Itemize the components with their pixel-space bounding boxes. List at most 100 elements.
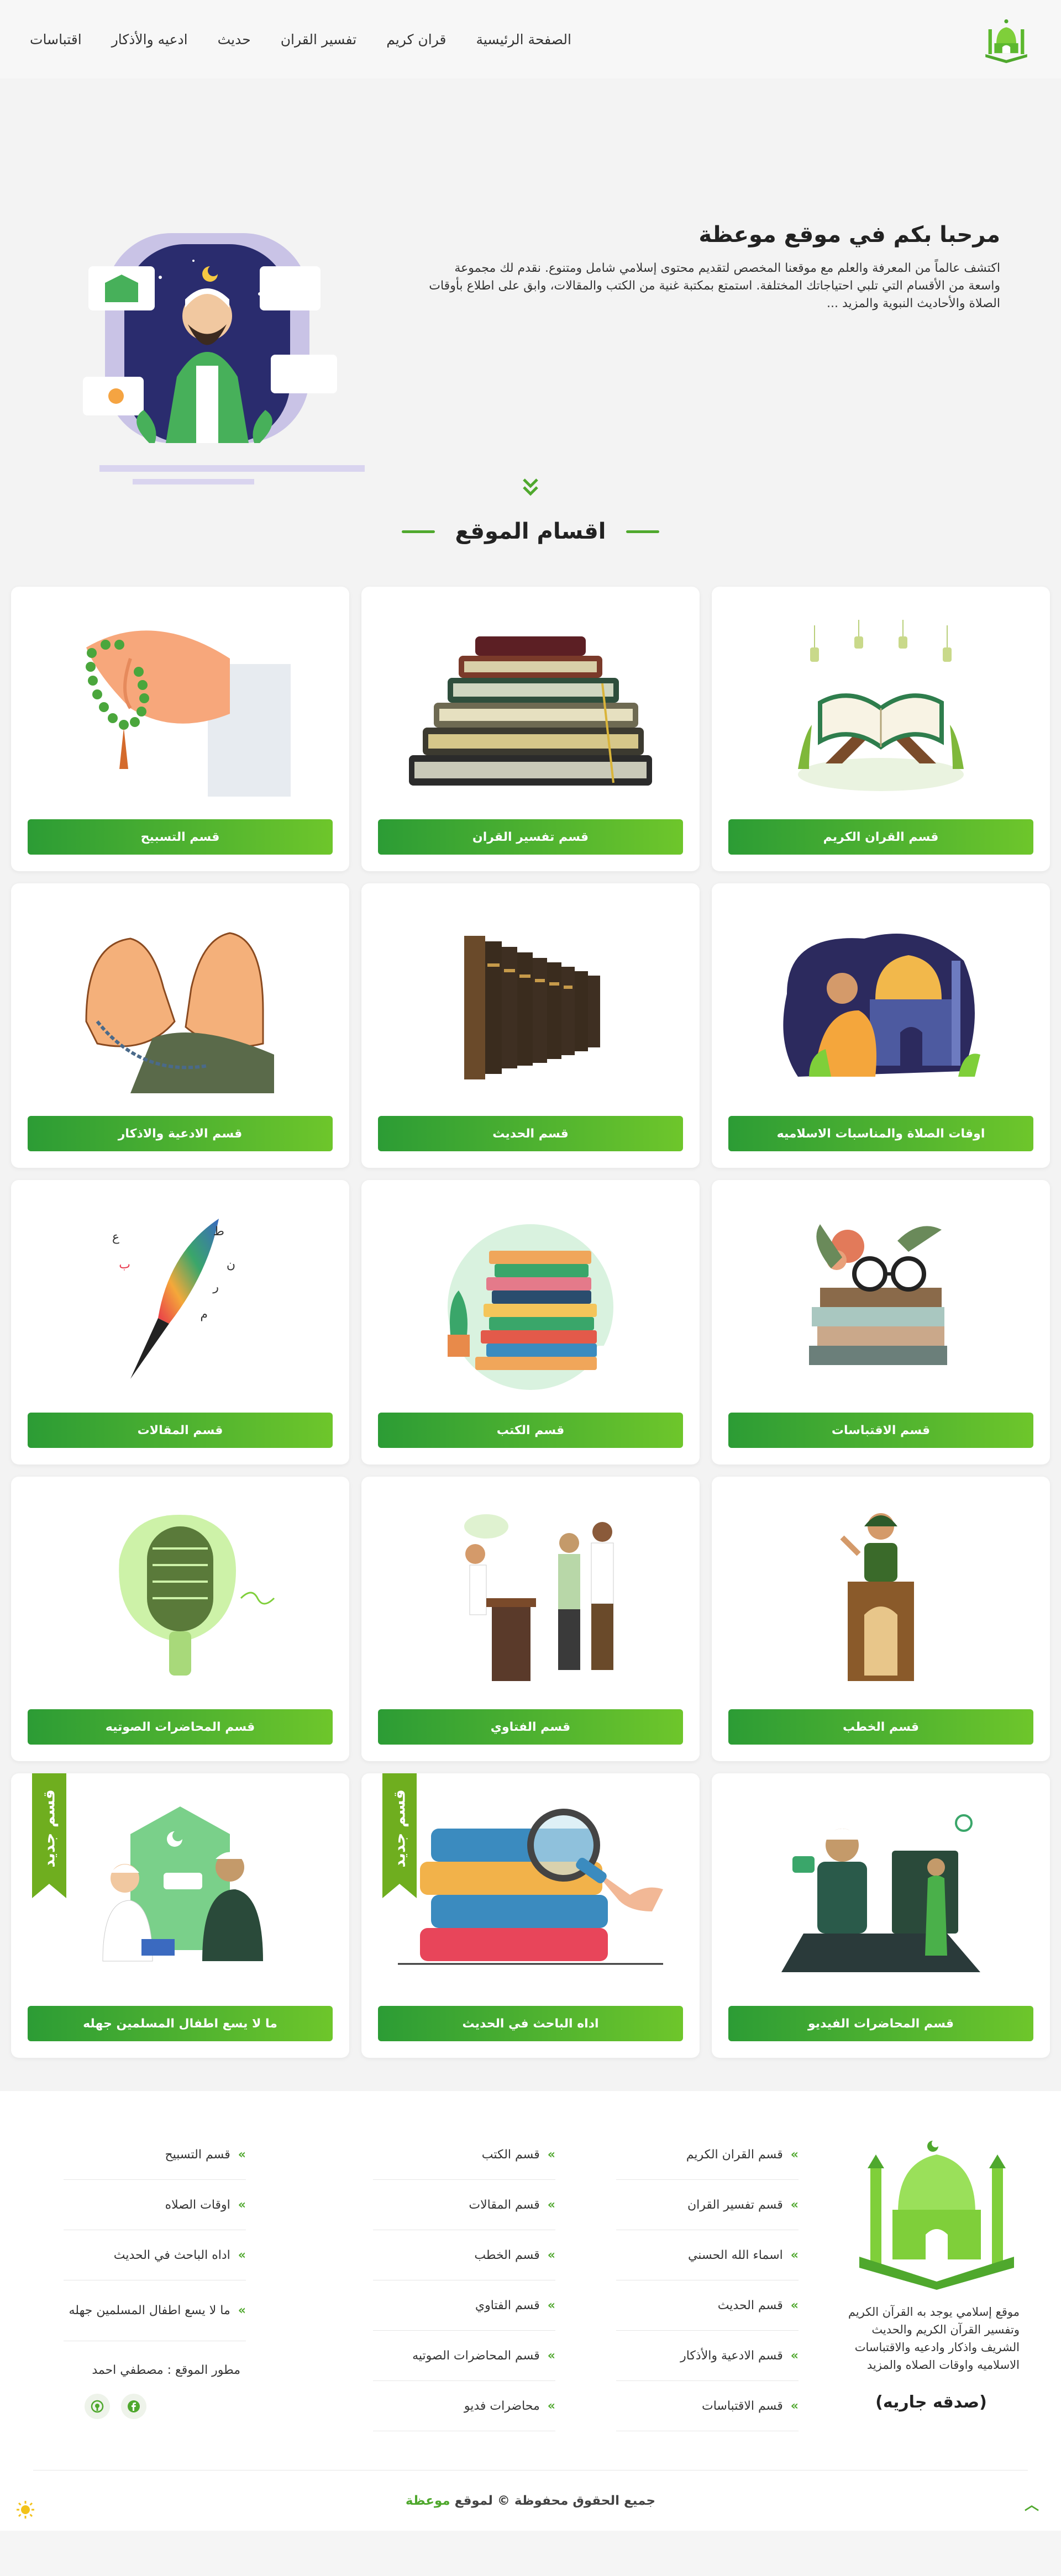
footer-link[interactable]: » اوقات الصلاه — [64, 2180, 246, 2230]
chevron-icon: » — [547, 2298, 555, 2312]
mosque-man-icon — [783, 934, 980, 1077]
colorful-books-icon — [448, 1224, 613, 1390]
sections-title: اقسام الموقع — [455, 519, 606, 544]
top-nav: اقتباسات ادعيه والأذكار حديث تفسير القرا… — [0, 0, 1061, 78]
footer-link[interactable]: » قسم الكتب — [373, 2130, 555, 2180]
card-button[interactable]: قسم الادعية والاذكار — [28, 1116, 333, 1151]
social-links — [64, 2394, 246, 2419]
card-hadith-search[interactable]: قسم جديد اداه الباحث في الحديث — [361, 1773, 700, 2058]
copyright-brand[interactable]: موعظة — [406, 2494, 450, 2508]
card-button[interactable]: قسم الخطب — [728, 1709, 1033, 1745]
back-to-top-icon[interactable]: ︿ — [1025, 2494, 1039, 2514]
card-articles[interactable]: ع ط نر ب م قسم المقالات — [11, 1180, 349, 1465]
footer-col-1: » قسم القران الكريم » قسم تفسير القران » اس… — [616, 2130, 799, 2431]
card-books[interactable]: قسم الكتب — [361, 1180, 700, 1465]
scroll-down-icon[interactable] — [519, 476, 542, 498]
card-duas[interactable]: قسم الادعية والاذكار — [11, 883, 349, 1168]
hadith-books-icon — [464, 936, 600, 1079]
card-button[interactable]: ما لا يسع اطفال المسلمين جهله — [28, 2006, 333, 2041]
card-button[interactable]: قسم القران الكريم — [728, 819, 1033, 855]
copyright-text: جميع الحقوق محفوظة © لموقع — [454, 2493, 656, 2508]
footer-about: موقع إسلامي يوجد به القرآن الكريم وتفسير… — [848, 2305, 1020, 2372]
footer-link[interactable]: » قسم المحاضرات الصوتيه — [373, 2331, 555, 2381]
card-tafsir[interactable]: قسم تفسير القران — [361, 587, 700, 871]
svg-text:ع: ع — [112, 1230, 119, 1244]
footer-link[interactable]: » قسم الفتاوي — [373, 2280, 555, 2331]
chevron-icon: » — [790, 2198, 799, 2212]
quran-stand-icon — [798, 620, 964, 791]
nav-tafsir[interactable]: تفسير القران — [281, 31, 357, 48]
footer-link[interactable]: » قسم الادعية والأذكار — [616, 2331, 799, 2381]
nav-quotes[interactable]: اقتباسات — [30, 31, 82, 48]
mosque-logo-icon — [859, 2141, 1014, 2290]
site-logo-icon[interactable] — [981, 14, 1031, 64]
footer: موقع إسلامي يوجد به القرآن الكريم وتفسير… — [0, 2091, 1061, 2531]
chevron-icon: » — [547, 2248, 555, 2262]
svg-text:ر: ر — [212, 1280, 219, 1294]
footer-sadaqa: (صدقه جاريه) — [875, 2393, 987, 2412]
books-glasses-icon — [809, 1224, 947, 1365]
card-button[interactable]: اوقات الصلاة والمناسبات الاسلاميه — [728, 1116, 1033, 1151]
github-icon[interactable] — [85, 2394, 110, 2419]
card-button[interactable]: اداه الباحث في الحديث — [378, 2006, 683, 2041]
card-quran[interactable]: قسم القران الكريم — [712, 587, 1050, 871]
card-button[interactable]: قسم الحديث — [378, 1116, 683, 1151]
card-fatwa[interactable]: قسم الفتاوي — [361, 1477, 700, 1761]
copyright: جميع الحقوق محفوظة © لموقع موعظة — [33, 2470, 1028, 2531]
hero-title: مرحبا بكم في موقع موعظة — [698, 222, 1000, 247]
footer-link[interactable]: » محاضرات فديو — [373, 2381, 555, 2431]
kids-learning-icon — [102, 1806, 263, 1962]
facebook-icon[interactable] — [121, 2394, 146, 2419]
chevron-icon: » — [238, 2304, 246, 2317]
card-hadith[interactable]: قسم الحديث — [361, 883, 700, 1168]
card-tasbih[interactable]: قسم التسبيح — [11, 587, 349, 871]
praying-hands-icon — [85, 932, 274, 1093]
footer-link[interactable]: » اداه الباحث في الحديث — [64, 2230, 246, 2280]
nav-home[interactable]: الصفحة الرئيسية — [476, 31, 571, 48]
footer-link[interactable]: » قسم المقالات — [373, 2180, 555, 2230]
chevron-icon: » — [547, 2147, 555, 2162]
card-sermons[interactable]: قسم الخطب — [712, 1477, 1050, 1761]
svg-text:ب: ب — [119, 1258, 130, 1272]
footer-link[interactable]: » قسم الحديث — [616, 2280, 799, 2331]
nav-quran[interactable]: قران كريم — [386, 31, 446, 48]
developer-credit: مطور الموقع : مصطفي احمد — [92, 2363, 240, 2377]
chevron-icon: » — [238, 2248, 246, 2262]
footer-link[interactable]: » قسم التسبيح — [64, 2130, 246, 2180]
card-button[interactable]: قسم تفسير القران — [378, 819, 683, 855]
card-button[interactable]: قسم الاقتباسات — [728, 1413, 1033, 1448]
book-stack-icon — [409, 636, 652, 786]
card-button[interactable]: قسم الكتب — [378, 1413, 683, 1448]
card-quotes[interactable]: قسم الاقتباسات — [712, 1180, 1050, 1465]
title-bar-left — [402, 530, 435, 533]
card-button[interactable]: قسم الفتاوي — [378, 1709, 683, 1745]
footer-link[interactable]: » قسم تفسير القران — [616, 2180, 799, 2230]
hero: مرحبا بكم في موقع موعظة اكتشف عالماً من … — [0, 78, 1061, 484]
card-button[interactable]: قسم التسبيح — [28, 819, 333, 855]
theme-toggle-icon[interactable] — [15, 2500, 35, 2520]
chevron-icon: » — [547, 2198, 555, 2212]
hero-text: مرحبا بكم في موقع موعظة اكتشف عالماً من … — [420, 222, 1000, 313]
card-video[interactable]: قسم المحاضرات الفيديو — [712, 1773, 1050, 2058]
footer-link[interactable]: » قسم الخطب — [373, 2230, 555, 2280]
chevron-icon: » — [790, 2248, 799, 2262]
footer-link[interactable]: » ما لا يسع اطفال المسلمين جهله — [64, 2280, 246, 2341]
footer-link[interactable]: » قسم القران الكريم — [616, 2130, 799, 2180]
footer-link[interactable]: » قسم الاقتباسات — [616, 2381, 799, 2431]
card-audio[interactable]: قسم المحاضرات الصوتيه — [11, 1477, 349, 1761]
card-button[interactable]: قسم المقالات — [28, 1413, 333, 1448]
nav-hadith[interactable]: حديث — [218, 31, 251, 48]
card-prayer-times[interactable]: اوقات الصلاة والمناسبات الاسلاميه — [712, 883, 1050, 1168]
hero-illustration — [83, 233, 365, 484]
chevron-icon: » — [790, 2147, 799, 2162]
nav-duas[interactable]: ادعيه والأذكار — [112, 31, 188, 48]
pulpit-icon — [840, 1513, 914, 1681]
card-kids[interactable]: قسم جديد ما لا يسع اطفال المسلمين جهله — [11, 1773, 349, 2058]
chevron-icon: » — [238, 2198, 246, 2212]
card-button[interactable]: قسم المحاضرات الصوتيه — [28, 1709, 333, 1745]
chevron-icon: » — [790, 2298, 799, 2312]
pen-letters-icon: ع ط نر ب م — [112, 1219, 235, 1379]
card-button[interactable]: قسم المحاضرات الفيديو — [728, 2006, 1033, 2041]
footer-link[interactable]: » اسماء الله الحسني — [616, 2230, 799, 2280]
chevron-icon: » — [238, 2147, 246, 2162]
